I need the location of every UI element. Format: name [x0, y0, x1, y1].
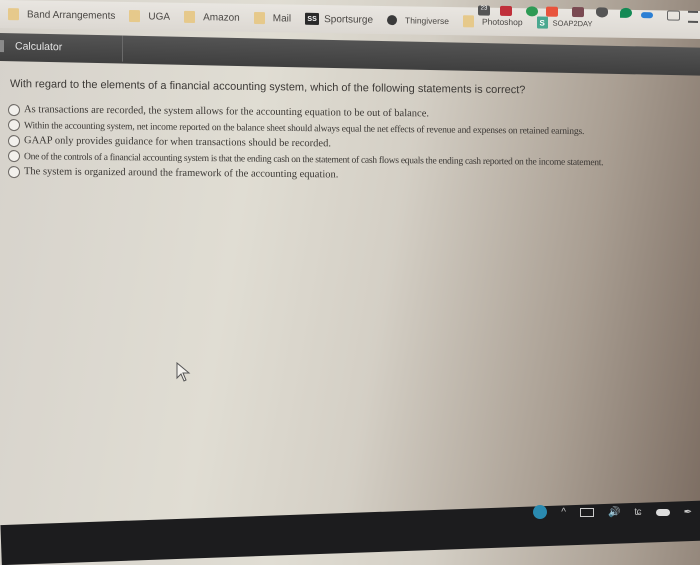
- extension-badge-icon[interactable]: 23: [478, 6, 490, 16]
- bookmark-band-arrangements[interactable]: Band Arrangements: [8, 8, 115, 22]
- s-icon: S: [537, 16, 548, 28]
- bookmark-label: SOAP2DAY: [553, 18, 593, 28]
- globe-icon: [387, 15, 397, 25]
- volume-icon[interactable]: 🔊: [608, 507, 620, 518]
- extension-cloud-icon[interactable]: [641, 12, 653, 18]
- bookmark-amazon[interactable]: Amazon: [184, 11, 240, 24]
- folder-icon: [129, 10, 140, 22]
- assessment-toolbar: Calculator: [0, 33, 700, 76]
- bookmark-thingiverse[interactable]: Thingiverse: [387, 15, 449, 26]
- bookmark-soap2day[interactable]: S SOAP2DAY: [537, 16, 593, 29]
- calculator-button[interactable]: Calculator: [0, 33, 123, 62]
- battery-icon[interactable]: [580, 508, 594, 517]
- cast-icon[interactable]: [667, 10, 680, 20]
- bookmark-mail[interactable]: Mail: [254, 12, 291, 25]
- bookmark-uga[interactable]: UGA: [129, 10, 170, 23]
- extension-dark-icon[interactable]: [572, 7, 584, 17]
- bookmark-sportsurge[interactable]: SS Sportsurge: [305, 13, 373, 26]
- onedrive-cloud-icon[interactable]: [656, 509, 670, 516]
- bookmark-photoshop[interactable]: Photoshop: [463, 15, 523, 28]
- system-tray: ^ 🔊 ʨ ✒: [533, 505, 692, 519]
- calculator-icon: [0, 40, 4, 52]
- app-circle-icon[interactable]: [533, 505, 547, 519]
- bookmark-label: Band Arrangements: [27, 9, 115, 21]
- extension-orange-icon[interactable]: [546, 7, 558, 17]
- folder-icon: [8, 8, 19, 20]
- bookmark-label: Sportsurge: [324, 14, 373, 26]
- answer-options: As transactions are recorded, the system…: [8, 102, 700, 187]
- menu-icon[interactable]: [688, 11, 698, 23]
- bookmark-label: Mail: [273, 13, 291, 24]
- mouse-cursor-icon: [176, 362, 192, 384]
- wifi-icon[interactable]: ʨ: [634, 507, 641, 518]
- extension-shield-icon[interactable]: [596, 7, 608, 17]
- radio-button[interactable]: [8, 166, 20, 178]
- calculator-label: Calculator: [15, 40, 62, 53]
- extension-leaf-icon[interactable]: [620, 8, 632, 18]
- folder-icon: [184, 11, 195, 23]
- bookmarks-bar: Band Arrangements UGA Amazon Mail SS Spo…: [0, 0, 700, 39]
- bookmark-label: Amazon: [203, 12, 240, 24]
- pen-icon[interactable]: ✒: [684, 507, 692, 518]
- option-label: GAAP only provides guidance for when tra…: [24, 135, 331, 149]
- option-label: The system is organized around the frame…: [24, 166, 338, 180]
- bookmark-label: UGA: [148, 11, 170, 22]
- ss-icon: SS: [305, 13, 319, 25]
- radio-button[interactable]: [8, 150, 20, 162]
- folder-icon: [463, 15, 474, 27]
- radio-button[interactable]: [8, 119, 20, 131]
- extension-green-icon[interactable]: [526, 6, 538, 16]
- bookmark-label: Thingiverse: [405, 15, 449, 26]
- folder-icon: [254, 12, 265, 24]
- chevron-up-icon[interactable]: ^: [561, 507, 566, 518]
- radio-button[interactable]: [8, 135, 20, 147]
- question-text: With regard to the elements of a financi…: [10, 78, 700, 98]
- extension-red-icon[interactable]: [500, 6, 512, 16]
- radio-button[interactable]: [8, 104, 20, 116]
- bookmark-label: Photoshop: [482, 17, 523, 28]
